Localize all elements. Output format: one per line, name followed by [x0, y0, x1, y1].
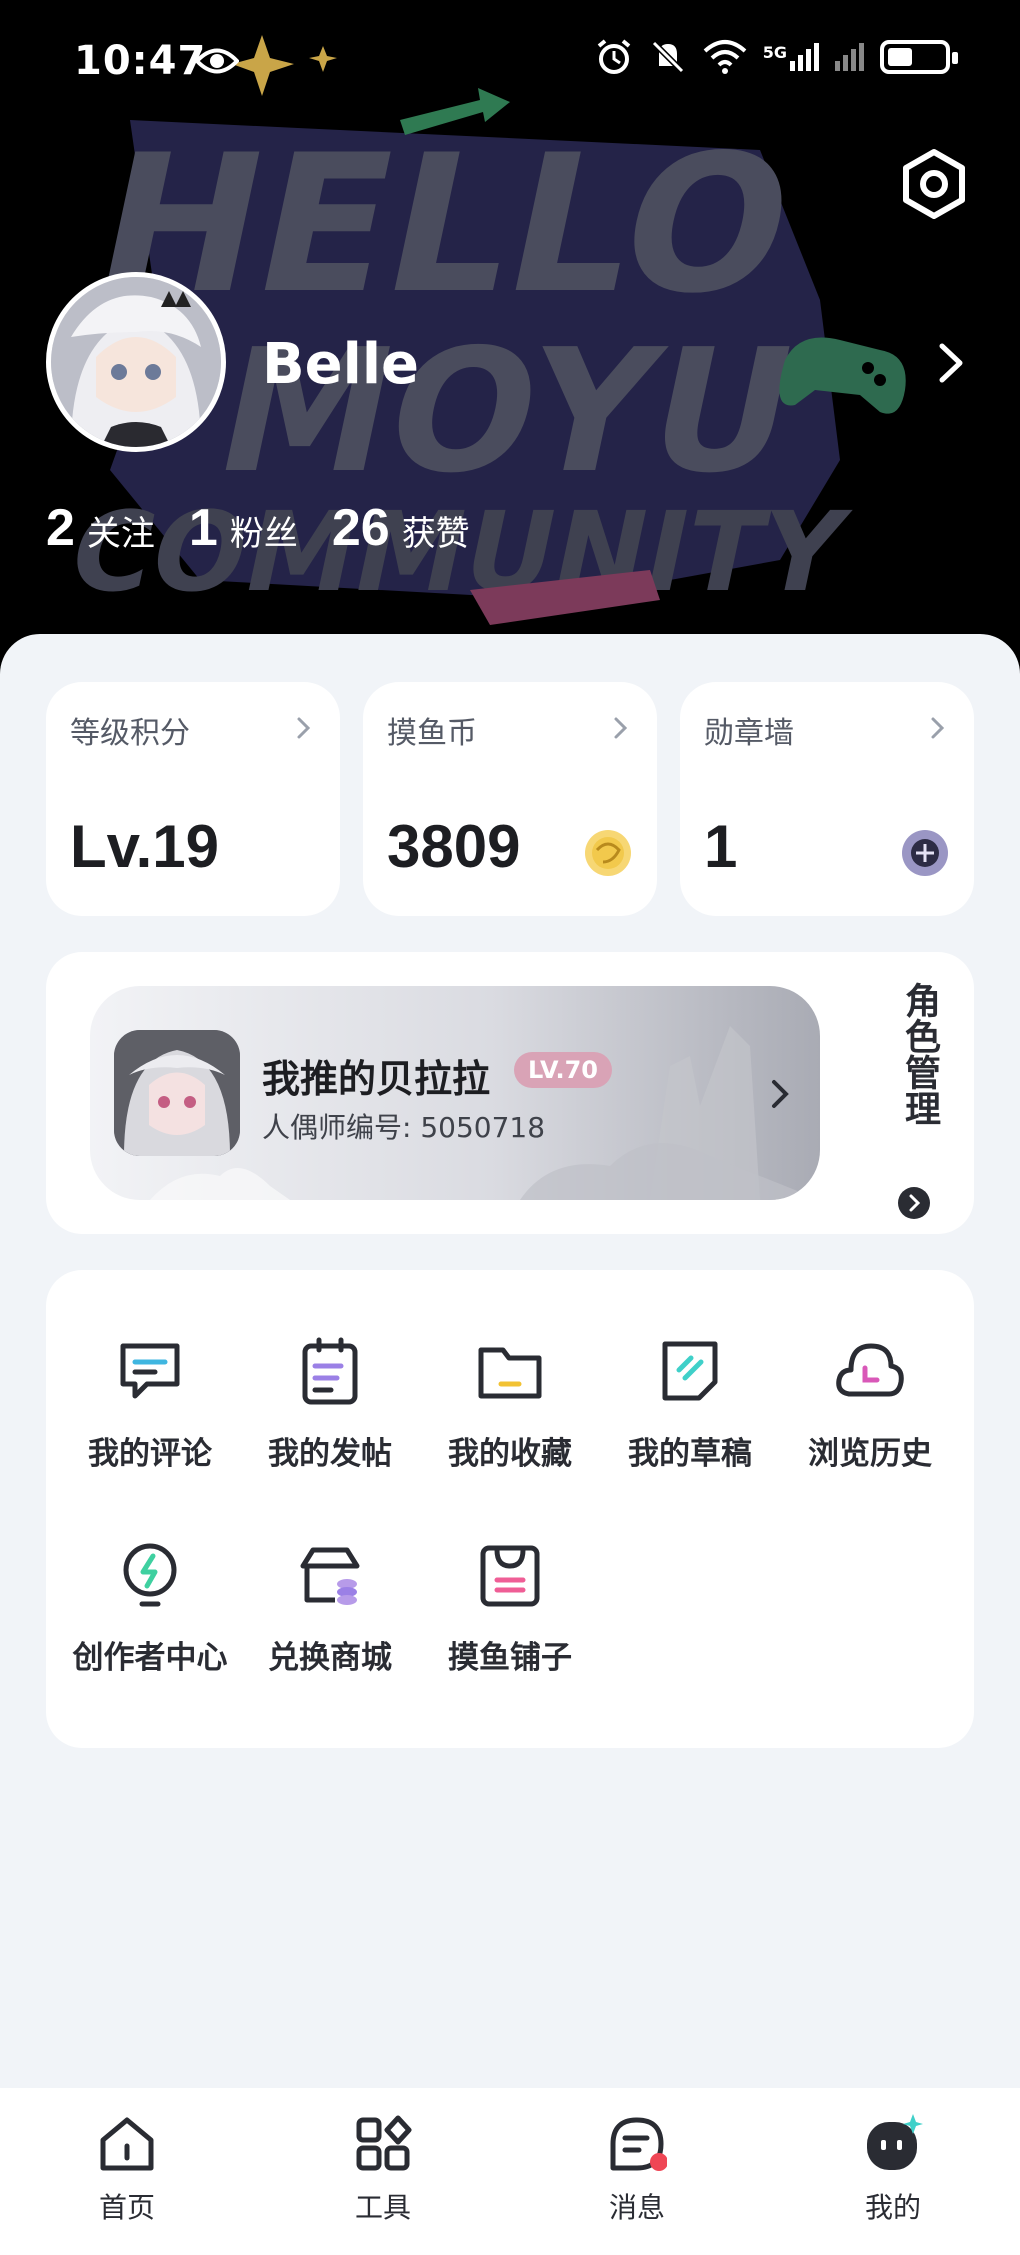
network-label: 5G	[762, 43, 787, 62]
medal-icon	[902, 830, 948, 876]
menu-label: 创作者中心	[72, 1640, 228, 1676]
chevron-right-icon	[297, 717, 311, 739]
level-points-card[interactable]: 等级积分 Lv.19	[46, 682, 340, 916]
comment-icon	[120, 1343, 180, 1399]
profile-icon	[867, 2114, 923, 2170]
menu-label: 我的发帖	[268, 1436, 392, 1472]
battery-icon	[880, 40, 958, 74]
stat-following-count: 2	[46, 499, 75, 557]
menu-my-comments[interactable]: 我的评论	[65, 1336, 235, 1473]
role-id: 人偶师编号: 5050718	[262, 1111, 546, 1144]
menu-label: 我的评论	[88, 1436, 212, 1472]
role-manage-button[interactable]: 角色管理	[884, 982, 944, 1126]
avatar[interactable]	[46, 272, 226, 452]
main-content: 等级积分 Lv.19 摸鱼币 3809 勋章墙 1 我推的贝拉拉 LV.70 人…	[0, 634, 1020, 2088]
nav-home-label: 首页	[98, 2191, 155, 2224]
post-icon	[302, 1337, 358, 1405]
history-icon	[836, 1343, 904, 1397]
menu-exchange-mall[interactable]: 兑换商城	[245, 1540, 415, 1677]
menu-label: 我的草稿	[628, 1436, 752, 1472]
settings-gear-icon[interactable]	[898, 148, 970, 220]
bottom-nav: 首页 工具 消息 我的	[0, 2088, 1020, 2255]
stat-followers-label: 粉丝	[229, 514, 298, 554]
role-card: 我推的贝拉拉 LV.70 人偶师编号: 5050718 角色管理	[46, 952, 974, 1234]
menu-my-favorites[interactable]: 我的收藏	[425, 1336, 595, 1473]
menu-label: 浏览历史	[808, 1436, 932, 1472]
chevron-right-icon	[614, 717, 628, 739]
signal-5g-icon: 5G	[763, 43, 819, 71]
tools-icon	[356, 2115, 412, 2171]
menu-label: 摸鱼铺子	[448, 1640, 572, 1676]
coin-icon	[585, 830, 631, 876]
role-avatar	[114, 1030, 240, 1156]
feature-menu: 我的评论 我的发帖 我的收藏 我的草稿 浏览历史 创作者中心 兑换商城 摸鱼铺子	[46, 1270, 974, 1748]
nav-messages[interactable]: 消息	[567, 2114, 707, 2226]
username[interactable]: Belle	[262, 332, 419, 397]
nav-profile[interactable]: 我的	[823, 2114, 963, 2226]
folder-icon	[478, 1347, 542, 1399]
role-avatar-image	[114, 1030, 240, 1156]
profile-header: HELLO MOYU COMMUNITY 10:47 5G Belle 2 关注…	[0, 0, 1020, 700]
chevron-circle-icon[interactable]	[897, 1186, 931, 1220]
status-bar: 10:47 5G	[0, 30, 1020, 90]
wifi-icon	[703, 40, 747, 74]
stat-likes[interactable]: 26 获赞	[332, 498, 470, 558]
menu-browsing-history[interactable]: 浏览历史	[785, 1336, 955, 1473]
moyu-coin-title: 摸鱼币	[387, 716, 477, 751]
chevron-right-icon[interactable]	[930, 338, 970, 388]
menu-label: 兑换商城	[268, 1640, 392, 1676]
stat-followers[interactable]: 1 粉丝	[189, 498, 298, 558]
menu-my-posts[interactable]: 我的发帖	[245, 1336, 415, 1473]
chevron-right-icon	[931, 717, 945, 739]
status-time: 10:47	[74, 38, 207, 84]
draft-icon	[662, 1341, 718, 1401]
lightbulb-icon	[123, 1543, 177, 1607]
stat-followers-count: 1	[188, 499, 218, 557]
mute-icon	[651, 40, 684, 74]
stat-likes-label: 获赞	[401, 514, 470, 554]
medal-count: 1	[704, 813, 738, 880]
shop-icon	[300, 1547, 360, 1605]
chevron-right-icon	[772, 1080, 789, 1108]
role-level-badge: LV.70	[514, 1052, 612, 1088]
profile-stats: 2 关注 1 粉丝 26 获赞	[46, 498, 504, 558]
level-points-title: 等级积分	[70, 716, 190, 751]
stat-likes-count: 26	[331, 499, 390, 557]
menu-creator-center[interactable]: 创作者中心	[65, 1540, 235, 1677]
bag-icon	[480, 1545, 540, 1607]
level-value: Lv.19	[70, 813, 219, 880]
role-name: 我推的贝拉拉	[262, 1057, 491, 1101]
signal-icon	[835, 43, 864, 71]
stat-following-label: 关注	[86, 514, 155, 554]
message-icon	[610, 2117, 668, 2171]
alarm-icon	[597, 39, 631, 74]
nav-home[interactable]: 首页	[57, 2114, 197, 2226]
stat-following[interactable]: 2 关注	[46, 498, 155, 558]
moyu-coin-card[interactable]: 摸鱼币 3809	[363, 682, 657, 916]
role-banner[interactable]: 我推的贝拉拉 LV.70 人偶师编号: 5050718	[90, 986, 820, 1200]
menu-label: 我的收藏	[448, 1436, 572, 1472]
avatar-image	[51, 277, 221, 447]
eye-icon	[195, 48, 239, 74]
moyu-coin-value: 3809	[387, 813, 521, 880]
medal-wall-title: 勋章墙	[704, 716, 794, 751]
menu-moyu-shop[interactable]: 摸鱼铺子	[425, 1540, 595, 1677]
medal-wall-card[interactable]: 勋章墙 1	[680, 682, 974, 916]
nav-tools[interactable]: 工具	[313, 2114, 453, 2226]
nav-profile-label: 我的	[864, 2191, 921, 2224]
nav-messages-label: 消息	[608, 2191, 665, 2224]
notification-dot	[650, 2153, 668, 2171]
home-icon	[100, 2117, 154, 2171]
nav-tools-label: 工具	[354, 2191, 411, 2224]
menu-my-drafts[interactable]: 我的草稿	[605, 1336, 775, 1473]
